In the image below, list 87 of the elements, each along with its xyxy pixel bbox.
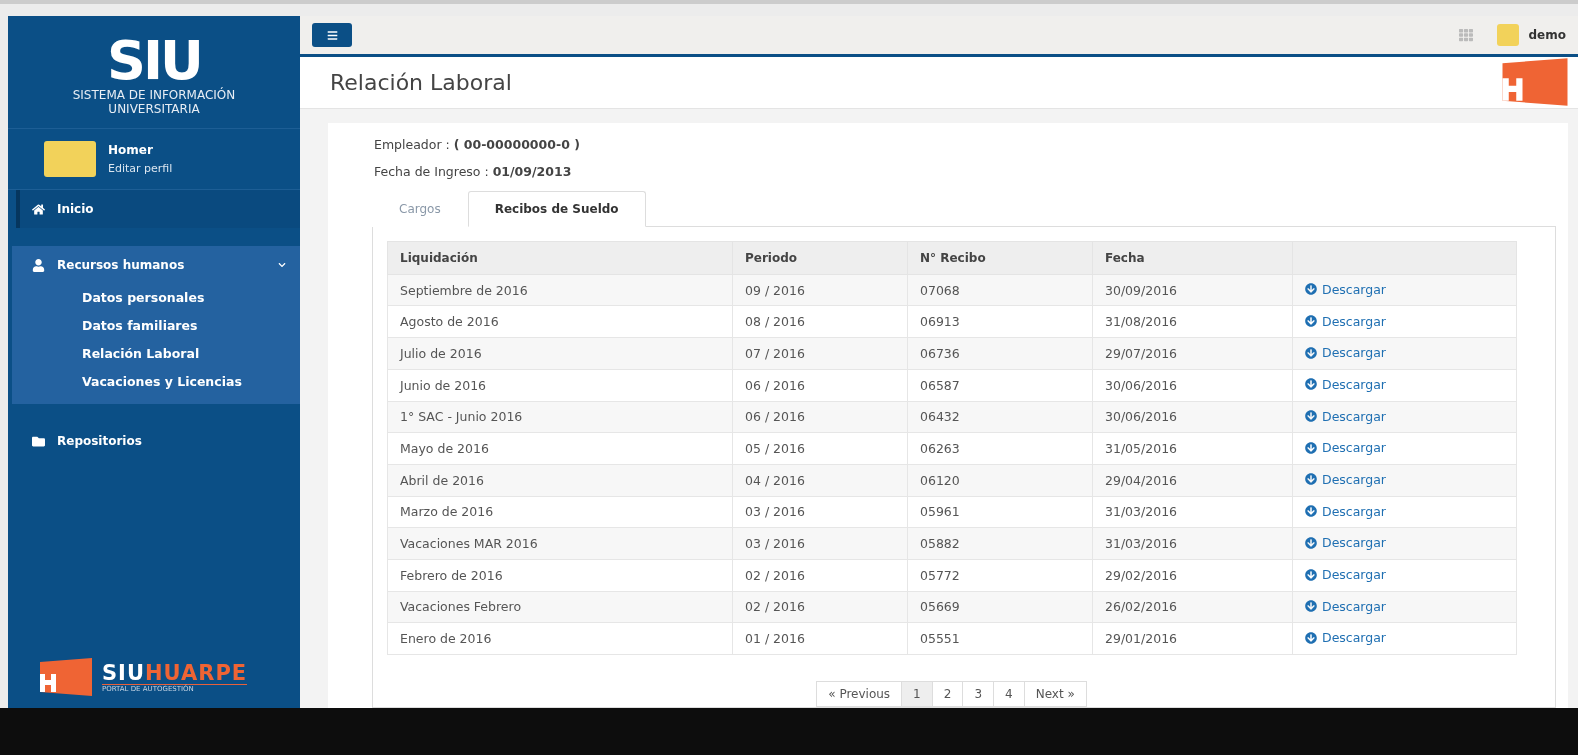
table-cell: 02 / 2016 [732, 559, 908, 592]
download-link[interactable]: Descargar [1305, 376, 1386, 392]
sidebar-item[interactable]: Recursos humanos [16, 246, 300, 284]
sidebar-item[interactable]: Inicio [16, 190, 300, 228]
table-cell: 05551 [907, 622, 1093, 655]
table-cell: Enero de 2016 [387, 622, 733, 655]
column-header: Liquidación [387, 241, 733, 275]
table-cell: 06736 [907, 337, 1093, 370]
download-link[interactable]: Descargar [1305, 598, 1386, 614]
table-cell: 05669 [907, 591, 1093, 623]
page-link[interactable]: 4 [993, 681, 1025, 707]
tab[interactable]: Recibos de Sueldo [467, 190, 646, 227]
info-line: Empleador : ( 00-00000000-0 ) [374, 136, 581, 152]
table-cell: 07 / 2016 [732, 337, 908, 370]
download-link[interactable]: Descargar [1305, 630, 1386, 646]
table-cell: 29/02/2016 [1092, 559, 1293, 592]
table-cell: 29/01/2016 [1092, 622, 1293, 655]
download-link[interactable]: Descargar [1305, 281, 1386, 297]
table-cell: 06120 [907, 464, 1093, 497]
table-cell: 06432 [907, 401, 1093, 433]
table-cell: 31/03/2016 [1092, 527, 1293, 560]
table-cell: Junio de 2016 [387, 369, 733, 401]
table-cell: Septiembre de 2016 [387, 274, 733, 306]
table-cell: 01 / 2016 [732, 622, 908, 655]
download-link[interactable]: Descargar [1305, 567, 1386, 583]
table-cell: 09 / 2016 [732, 274, 908, 306]
table-cell: 04 / 2016 [732, 464, 908, 497]
submenu-item[interactable]: Datos familiares [12, 312, 300, 340]
brand-name: SIU HUARPE [102, 661, 248, 685]
table-cell: 06587 [907, 369, 1093, 401]
page-link[interactable]: 3 [962, 681, 994, 707]
download-link[interactable]: Descargar [1305, 313, 1386, 329]
table-cell: 05961 [907, 496, 1093, 528]
download-link[interactable]: Descargar [1305, 471, 1386, 487]
table-cell: 30/09/2016 [1092, 274, 1293, 306]
table-cell: 02 / 2016 [732, 591, 908, 623]
info-line: Fecha de Ingreso : 01/09/2013 [374, 163, 573, 179]
table-cell: 05 / 2016 [732, 432, 908, 465]
table-cell: Abril de 2016 [387, 464, 733, 497]
column-header: N° Recibo [907, 241, 1093, 275]
table-cell: Marzo de 2016 [387, 496, 733, 528]
table-cell: 26/02/2016 [1092, 591, 1293, 623]
page-title: Relación Laboral [330, 69, 512, 95]
page-link[interactable]: 2 [931, 681, 964, 707]
table-cell: Vacaciones Febrero [387, 591, 733, 623]
column-header: Periodo [732, 241, 908, 275]
table-cell: 06263 [907, 432, 1093, 465]
edit-profile-link[interactable]: Editar perfil [108, 161, 173, 175]
table-cell: 05882 [907, 527, 1093, 560]
page-link[interactable]: Next » [1023, 681, 1087, 707]
table-cell: 29/07/2016 [1092, 337, 1293, 370]
table-cell: 1° SAC - Junio 2016 [387, 401, 733, 433]
table-cell: 30/06/2016 [1092, 401, 1293, 433]
submenu-item[interactable]: Vacaciones y Licencias [12, 368, 300, 396]
table-cell: 31/03/2016 [1092, 496, 1293, 528]
table-cell: Agosto de 2016 [387, 305, 733, 338]
table-cell: Julio de 2016 [387, 337, 733, 370]
download-link[interactable]: Descargar [1305, 535, 1386, 551]
table-cell: 29/04/2016 [1092, 464, 1293, 497]
table-cell: 08 / 2016 [732, 305, 908, 338]
sidebar-item[interactable]: Repositorios [16, 422, 300, 460]
table-cell: 31/08/2016 [1092, 305, 1293, 338]
download-link[interactable]: Descargar [1305, 503, 1386, 519]
table-cell: 03 / 2016 [732, 496, 908, 528]
submenu-item[interactable]: Datos personales [12, 284, 300, 312]
user-menu[interactable]: demo [1528, 28, 1566, 42]
logo-subtitle: SISTEMA DE INFORMACIÓN UNIVERSITARIA [71, 88, 237, 116]
page-link[interactable]: 1 [901, 681, 933, 707]
page-link[interactable]: « Previous [816, 681, 903, 707]
logo-text: SIU [107, 34, 201, 88]
table-cell: 07068 [907, 274, 1093, 306]
table-cell: 06913 [907, 305, 1093, 338]
table-cell: Vacaciones MAR 2016 [387, 527, 733, 560]
table-cell: 30/06/2016 [1092, 369, 1293, 401]
download-link[interactable]: Descargar [1305, 345, 1386, 361]
table-cell: 05772 [907, 559, 1093, 592]
column-header: Fecha [1092, 241, 1293, 275]
table-cell: 31/05/2016 [1092, 432, 1293, 465]
table-cell: Febrero de 2016 [387, 559, 733, 592]
table-cell: 03 / 2016 [732, 527, 908, 560]
download-link[interactable]: Descargar [1305, 408, 1386, 424]
user-name: Homer [108, 142, 154, 157]
table-cell: 06 / 2016 [732, 369, 908, 401]
table-cell: 06 / 2016 [732, 401, 908, 433]
submenu-item[interactable]: Relación Laboral [12, 340, 300, 368]
table-cell: Mayo de 2016 [387, 432, 733, 465]
download-link[interactable]: Descargar [1305, 440, 1386, 456]
